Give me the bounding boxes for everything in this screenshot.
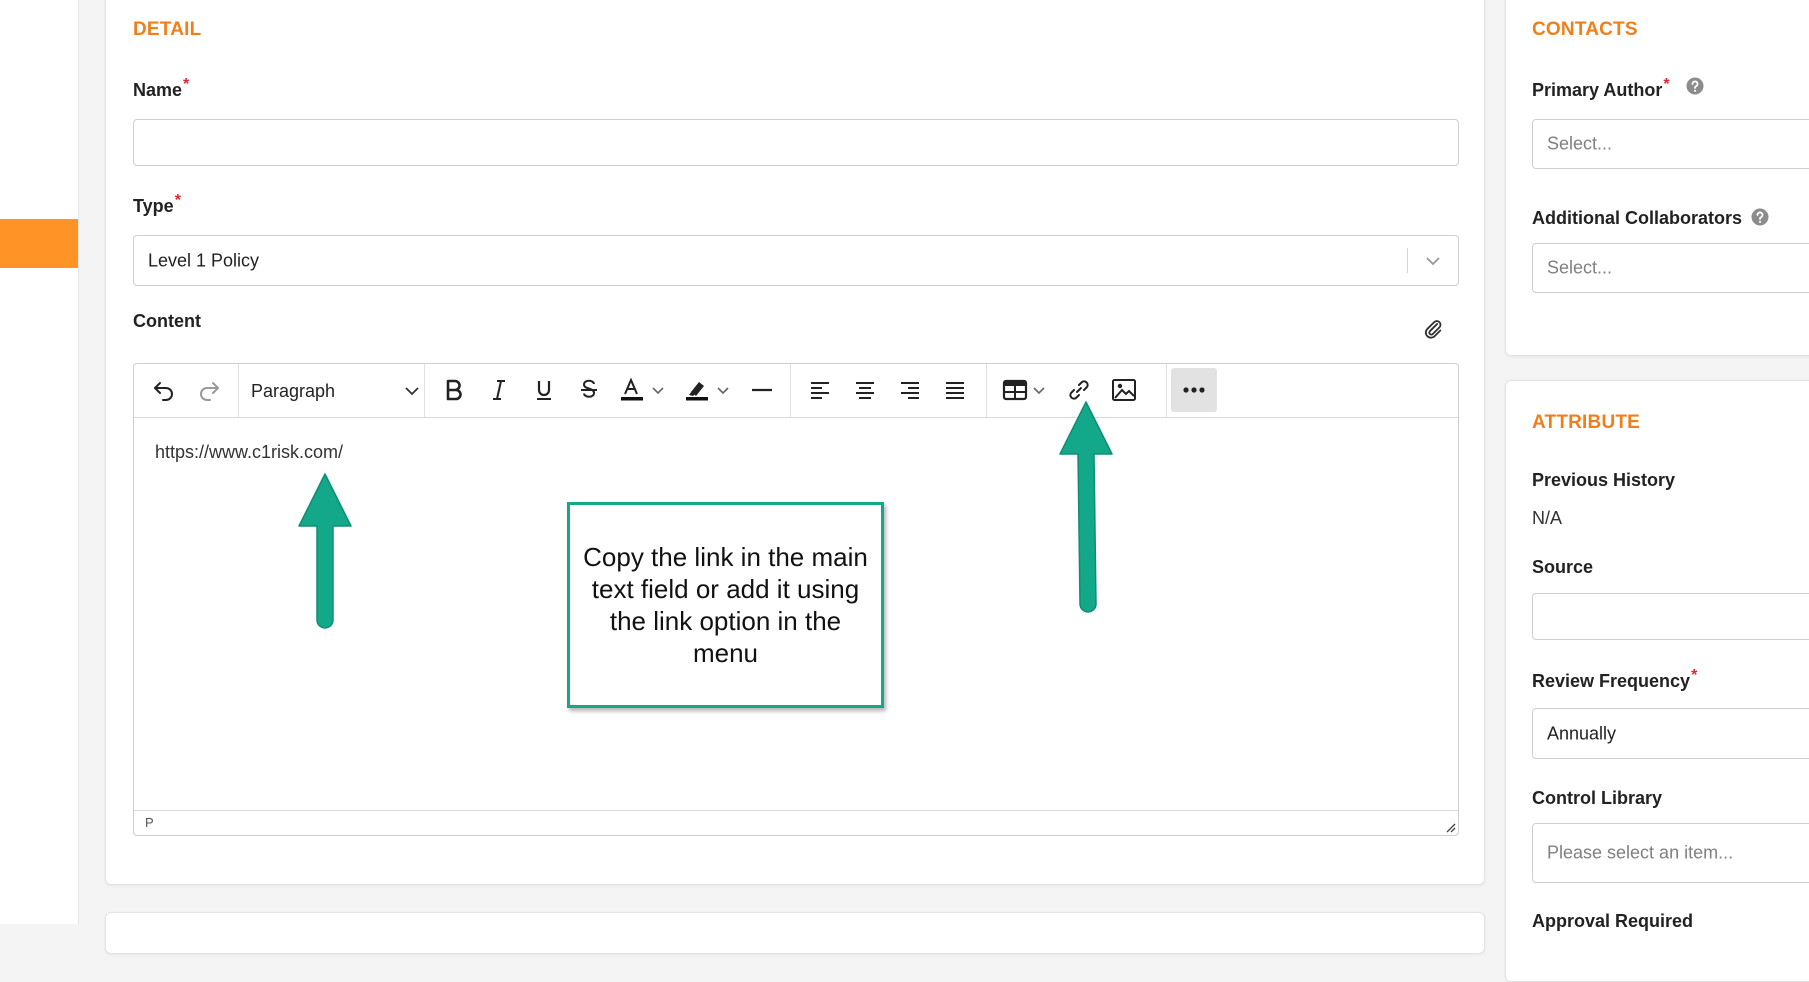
type-label-text: Type xyxy=(133,196,174,216)
table-icon xyxy=(1002,379,1028,401)
required-marker: * xyxy=(183,76,190,93)
italic-icon xyxy=(493,380,505,400)
align-center-icon xyxy=(856,382,874,399)
content-label: Content xyxy=(133,311,201,331)
horizontal-rule-button[interactable] xyxy=(742,372,782,408)
collaborators-select[interactable]: Select... xyxy=(1532,243,1809,293)
table-button[interactable] xyxy=(996,372,1052,408)
redo-icon xyxy=(200,382,219,401)
primary-author-label: Primary Author* xyxy=(1532,76,1670,101)
review-frequency-label: Review Frequency* xyxy=(1532,667,1697,692)
required-marker: * xyxy=(174,192,181,209)
name-label-text: Name xyxy=(133,80,183,100)
collaborators-placeholder: Select... xyxy=(1547,257,1613,278)
name-input[interactable] xyxy=(133,119,1459,166)
annotation-callout: Copy the link in the main text field or … xyxy=(567,502,884,708)
source-input[interactable] xyxy=(1532,593,1809,640)
element-path[interactable]: P xyxy=(145,815,154,830)
help-icon[interactable] xyxy=(1751,208,1769,226)
bold-icon xyxy=(446,379,462,401)
justify-button[interactable] xyxy=(935,372,975,408)
align-center-button[interactable] xyxy=(845,372,885,408)
underline-button[interactable] xyxy=(524,372,564,408)
review-frequency-value: Annually xyxy=(1547,723,1617,743)
control-library-placeholder: Please select an item... xyxy=(1547,842,1734,863)
review-frequency-label-text: Review Frequency xyxy=(1532,671,1691,691)
toolbar-separator xyxy=(238,364,239,417)
toolbar-separator xyxy=(424,364,425,417)
chevron-down-icon xyxy=(652,387,664,395)
approval-required-label: Approval Required xyxy=(1532,911,1694,931)
highlight-color-button[interactable] xyxy=(679,372,735,408)
review-frequency-select[interactable]: Annually xyxy=(1532,708,1809,759)
chevron-down-icon xyxy=(717,387,729,395)
chevron-down-icon xyxy=(1033,387,1045,395)
more-options-button[interactable] xyxy=(1171,368,1217,412)
text-color-icon xyxy=(621,377,643,401)
previous-history-label: Previous History xyxy=(1532,470,1676,490)
strikethrough-icon xyxy=(581,379,597,398)
left-sidebar xyxy=(0,0,79,924)
italic-button[interactable] xyxy=(479,372,519,408)
contacts-heading: CONTACTS xyxy=(1532,19,1638,40)
chevron-down-icon xyxy=(405,387,419,396)
attribute-heading: ATTRIBUTE xyxy=(1532,412,1641,433)
annotation-arrow-up-icon xyxy=(1059,401,1113,613)
strikethrough-button[interactable] xyxy=(569,372,609,408)
align-right-icon xyxy=(901,382,919,399)
contacts-card xyxy=(1505,0,1809,356)
undo-icon xyxy=(154,382,173,401)
type-select[interactable]: Level 1 Policy xyxy=(133,235,1459,286)
chevron-down-icon[interactable] xyxy=(1424,252,1442,270)
annotation-arrow-up-icon xyxy=(298,473,352,629)
editor-statusbar: P xyxy=(134,810,1458,835)
block-format-select[interactable]: Paragraph xyxy=(251,374,421,408)
annotation-callout-text: Copy the link in the main text field or … xyxy=(583,542,868,668)
redo-button[interactable] xyxy=(189,372,229,408)
type-select-value: Level 1 Policy xyxy=(148,250,260,270)
toolbar-separator xyxy=(1166,364,1167,417)
required-marker: * xyxy=(1663,76,1670,93)
previous-history-value: N/A xyxy=(1532,508,1563,528)
control-library-select[interactable]: Please select an item... xyxy=(1532,823,1809,883)
resize-handle-icon[interactable] xyxy=(1444,821,1456,833)
align-right-button[interactable] xyxy=(890,372,930,408)
align-left-icon xyxy=(811,382,829,399)
type-label: Type* xyxy=(133,192,181,217)
toolbar-separator xyxy=(986,364,987,417)
next-card xyxy=(105,912,1485,954)
primary-author-label-text: Primary Author xyxy=(1532,80,1663,100)
editor-link-text[interactable]: https://www.c1risk.com/ xyxy=(155,442,343,463)
bold-button[interactable] xyxy=(434,372,474,408)
undo-button[interactable] xyxy=(144,372,184,408)
align-left-button[interactable] xyxy=(800,372,840,408)
more-horizontal-icon xyxy=(1183,387,1205,393)
select-separator xyxy=(1407,248,1408,273)
sidebar-active-item[interactable] xyxy=(0,219,78,268)
align-justify-icon xyxy=(946,382,964,399)
help-icon[interactable] xyxy=(1686,77,1704,95)
control-library-label: Control Library xyxy=(1532,788,1663,808)
toolbar-separator xyxy=(790,364,791,417)
highlighter-icon xyxy=(686,382,708,401)
primary-author-select[interactable]: Select... xyxy=(1532,119,1809,169)
primary-author-placeholder: Select... xyxy=(1547,133,1613,154)
detail-heading: DETAIL xyxy=(133,19,202,40)
name-label: Name* xyxy=(133,76,189,101)
required-marker: * xyxy=(1691,667,1698,684)
text-color-button[interactable] xyxy=(614,372,670,408)
source-label: Source xyxy=(1532,557,1594,577)
block-format-value: Paragraph xyxy=(251,381,336,401)
editor-toolbar: Paragraph xyxy=(134,364,1458,418)
horizontal-line-icon xyxy=(752,388,772,392)
underline-icon xyxy=(537,381,551,400)
paperclip-icon[interactable] xyxy=(1422,318,1444,340)
collaborators-label: Additional Collaborators xyxy=(1532,208,1743,228)
